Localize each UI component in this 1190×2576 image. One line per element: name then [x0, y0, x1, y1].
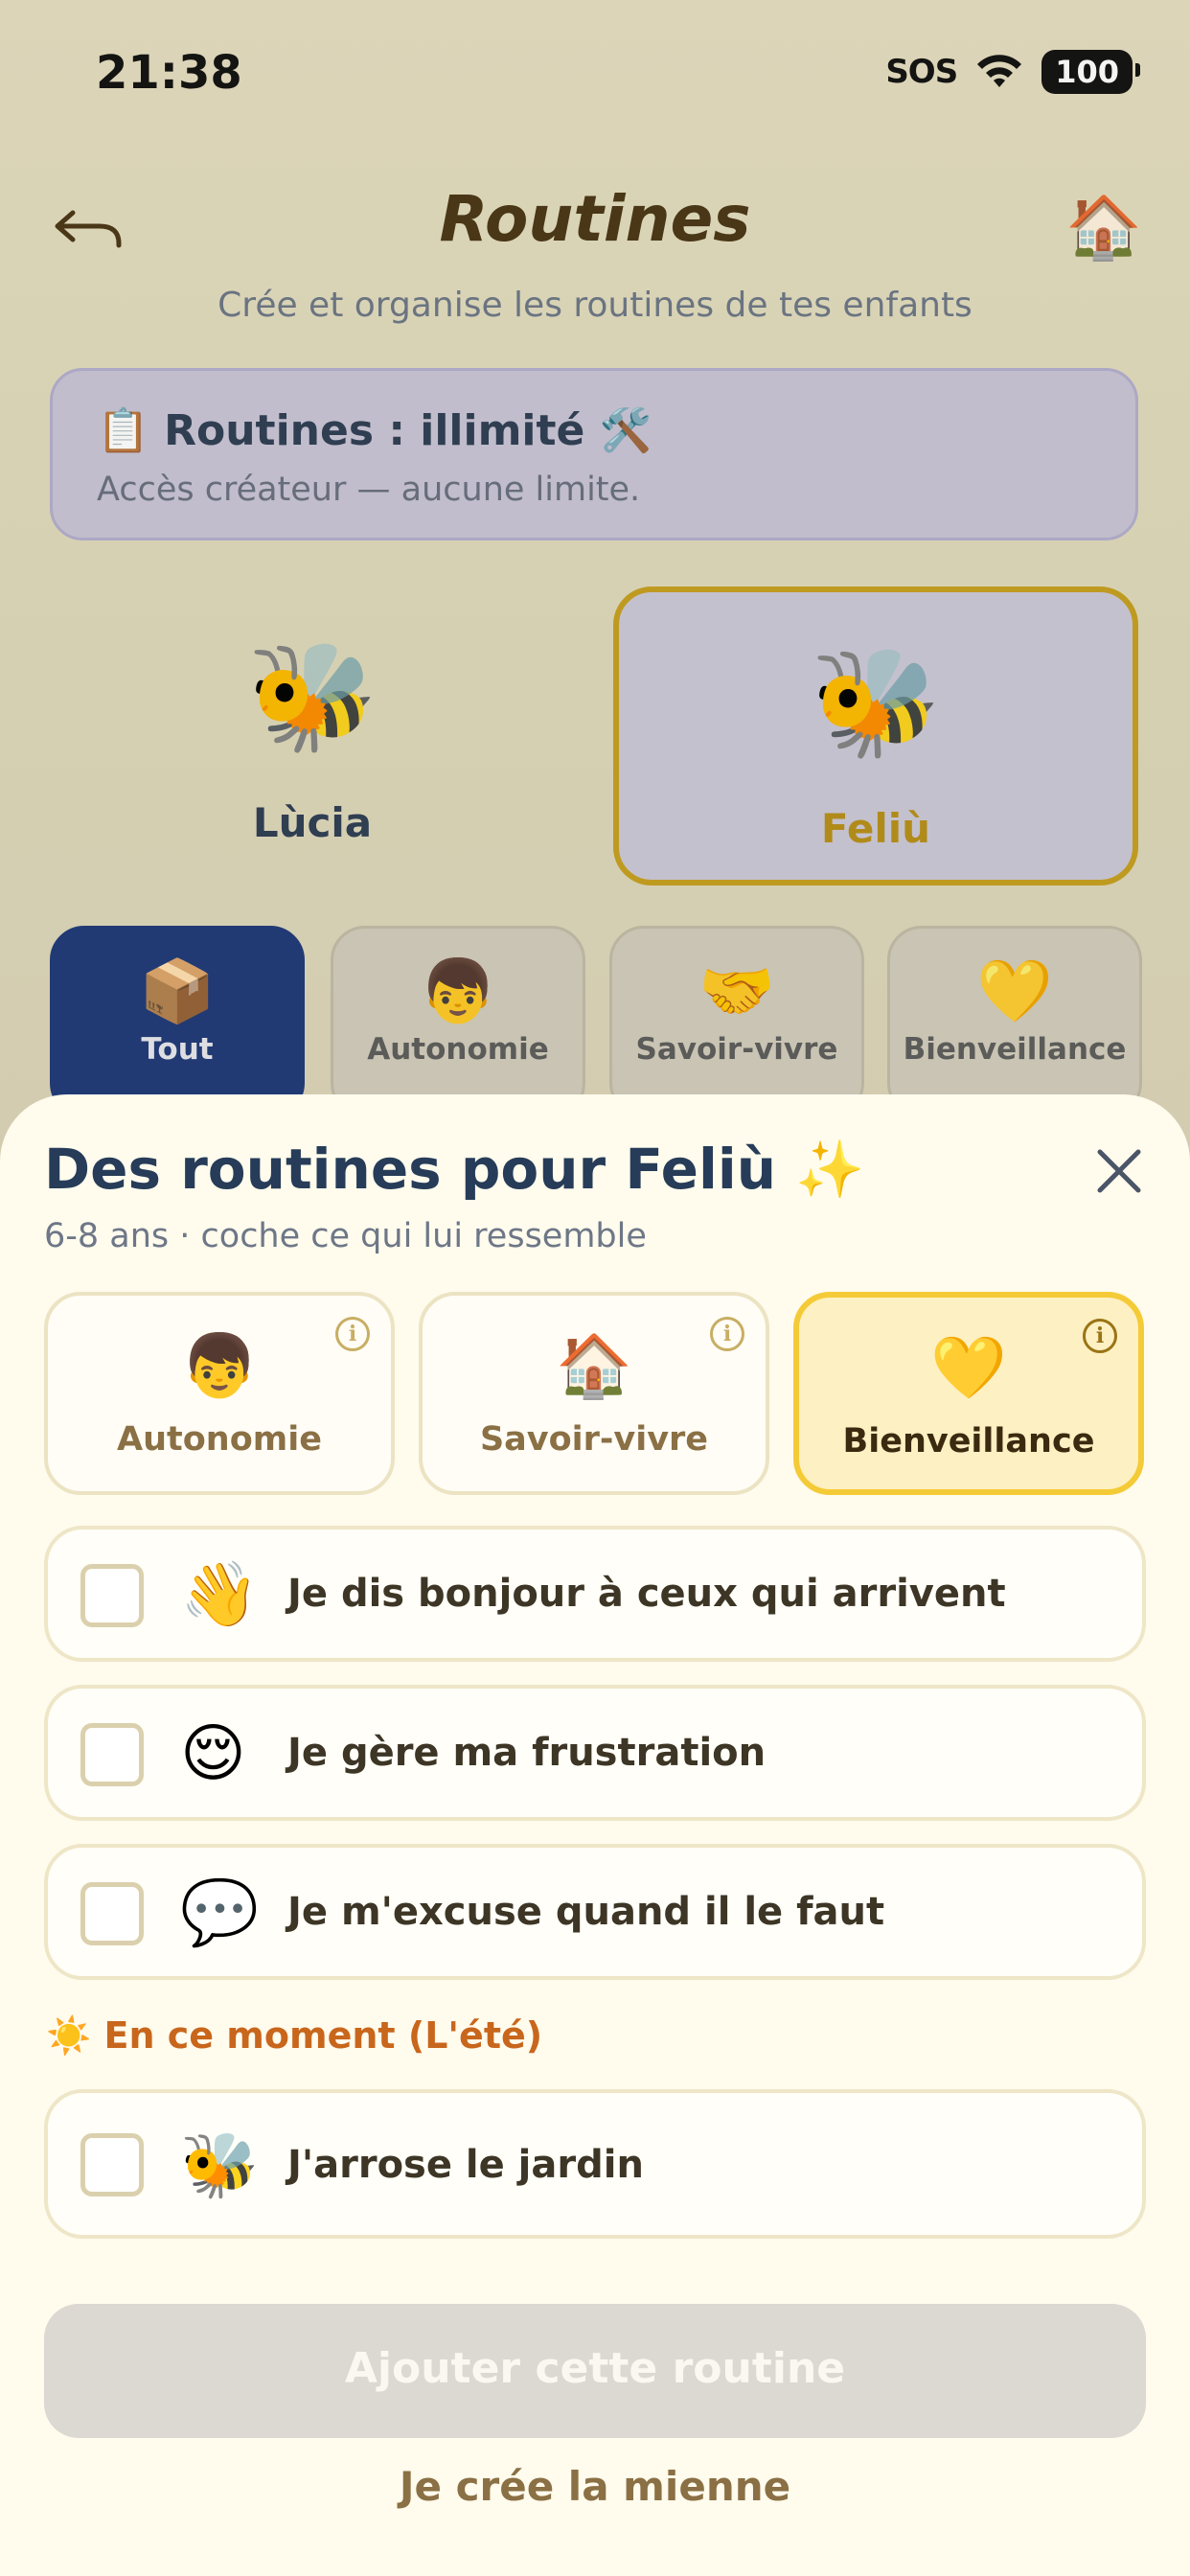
- tab-savoir-vivre[interactable]: i 🏠 Savoir-vivre: [419, 1292, 769, 1495]
- sheet-subtitle: 6-8 ans · coche ce qui lui ressemble: [44, 1217, 647, 1255]
- child-icon: 👦: [181, 1331, 258, 1402]
- routine-label: J'arrose le jardin: [287, 2143, 644, 2187]
- tab-bienveillance[interactable]: i 💛 Bienveillance: [793, 1292, 1144, 1495]
- routine-label: Je m'excuse quand il le faut: [287, 1890, 885, 1934]
- add-routine-button[interactable]: Ajouter cette routine: [44, 2304, 1146, 2438]
- heart-icon: 💛: [930, 1333, 1007, 1404]
- routine-item[interactable]: 🐝 J'arrose le jardin: [44, 2089, 1146, 2239]
- create-own-routine-link[interactable]: Je crée la mienne: [0, 2463, 1190, 2510]
- routine-item[interactable]: 💬 Je m'excuse quand il le faut: [44, 1844, 1146, 1980]
- routine-checkbox[interactable]: [80, 2133, 144, 2196]
- routine-label: Je dis bonjour à ceux qui arrivent: [287, 1572, 1006, 1616]
- routine-item[interactable]: 😌 Je gère ma frustration: [44, 1685, 1146, 1821]
- relieved-face-icon: 😌: [180, 1716, 246, 1790]
- routine-item[interactable]: 👋 Je dis bonjour à ceux qui arrivent: [44, 1526, 1146, 1662]
- routine-checkbox[interactable]: [80, 1882, 144, 1945]
- routine-bottom-sheet: Des routines pour Feliù ✨ 6-8 ans · coch…: [0, 1094, 1190, 2576]
- tab-label: Bienveillance: [842, 1422, 1095, 1460]
- speech-bubble-icon: 💬: [180, 1875, 260, 1949]
- tab-label: Autonomie: [117, 1420, 322, 1459]
- close-icon[interactable]: [1092, 1144, 1146, 1198]
- routine-checkbox[interactable]: [80, 1723, 144, 1786]
- routine-checkbox[interactable]: [80, 1564, 144, 1627]
- house-icon: 🏠: [556, 1331, 632, 1402]
- tab-autonomie[interactable]: i 👦 Autonomie: [44, 1292, 395, 1495]
- sheet-title: Des routines pour Feliù ✨: [44, 1137, 865, 1202]
- wave-icon: 👋: [180, 1557, 260, 1631]
- season-section-label: ☀️ En ce moment (L'été): [46, 2014, 543, 2057]
- tab-label: Savoir-vivre: [479, 1420, 709, 1459]
- routine-label: Je gère ma frustration: [287, 1731, 767, 1775]
- add-routine-label: Ajouter cette routine: [344, 2344, 846, 2393]
- bee-watering-icon: 🐝: [180, 2128, 260, 2202]
